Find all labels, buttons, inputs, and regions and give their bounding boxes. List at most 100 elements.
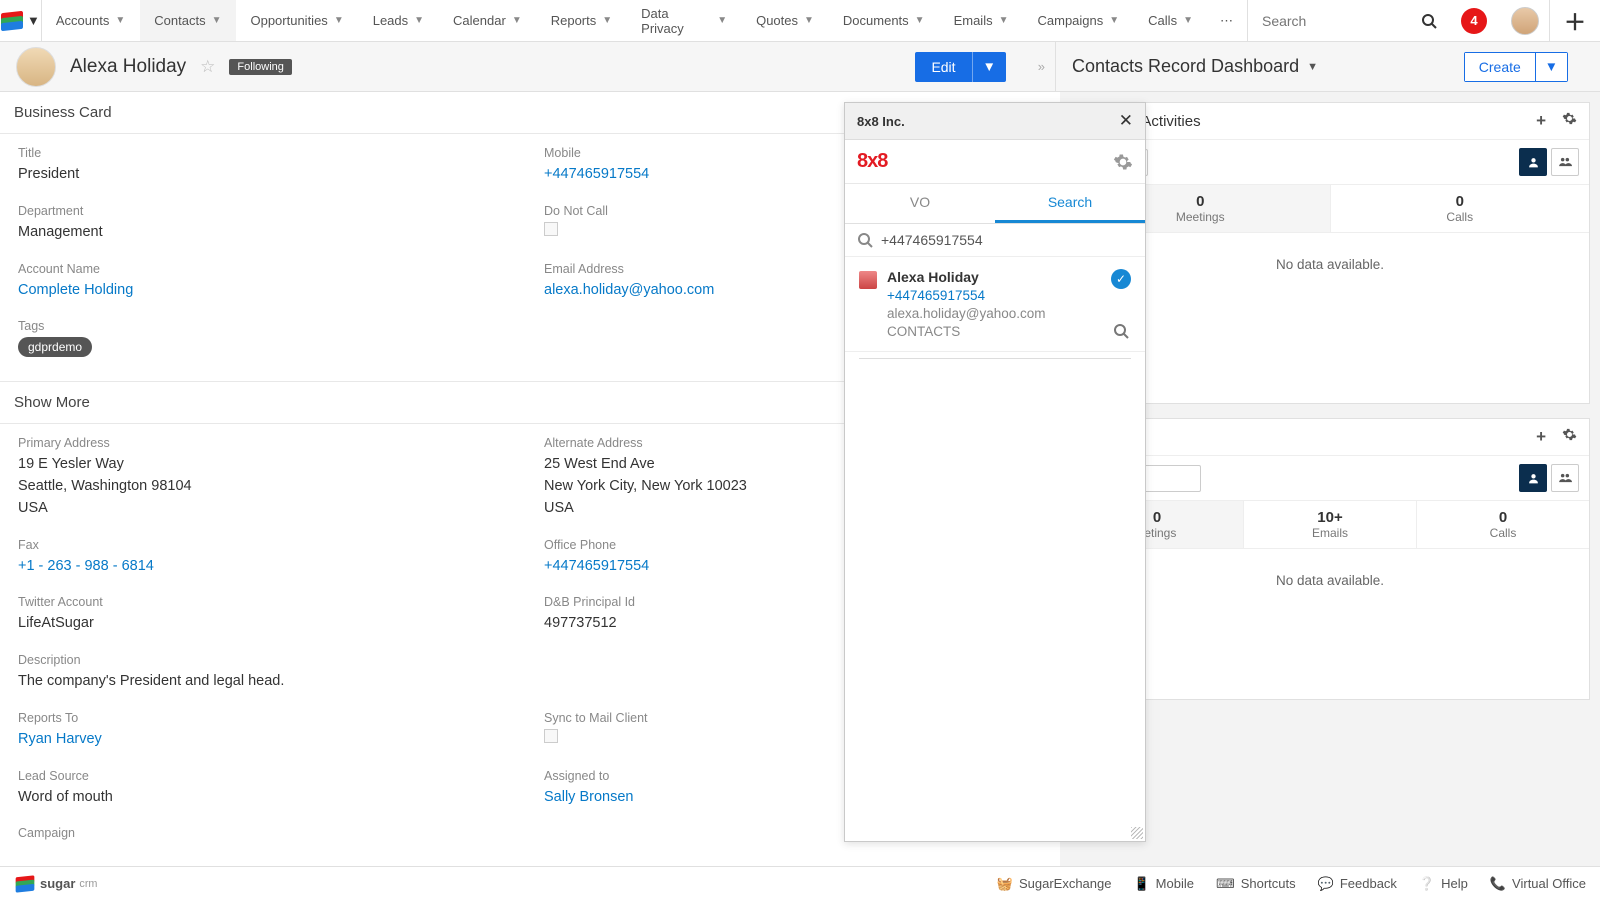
edit-button[interactable]: Edit	[915, 52, 971, 82]
favorite-star-icon[interactable]: ☆	[200, 57, 215, 77]
nav-item-documents[interactable]: Documents ▼	[829, 0, 940, 41]
nav-item-opportunities[interactable]: Opportunities▼	[236, 0, 358, 41]
stack-icon	[1, 12, 23, 30]
do-not-call-checkbox[interactable]	[544, 222, 558, 236]
result-module: CONTACTS	[887, 324, 1101, 339]
label-reports-to: Reports To	[18, 711, 516, 725]
nav-label: Documents	[843, 13, 909, 28]
popup-search-input[interactable]	[881, 232, 1133, 248]
stat-calls[interactable]: 0Calls	[1417, 501, 1589, 548]
nav-label: Leads	[373, 13, 408, 28]
popup-search-row	[845, 224, 1145, 257]
nav-label: Calendar	[453, 13, 506, 28]
global-search[interactable]	[1247, 0, 1447, 41]
search-icon	[857, 232, 873, 248]
result-email: alexa.holiday@yahoo.com	[887, 306, 1101, 321]
gear-icon[interactable]	[1113, 152, 1133, 172]
nav-item-calls[interactable]: Calls▼	[1134, 0, 1208, 41]
nav-label: Opportunities	[250, 13, 327, 28]
nav-item-calendar[interactable]: Calendar▼	[439, 0, 537, 41]
footer-brand-a: sugar	[40, 876, 75, 891]
search-icon[interactable]	[1421, 13, 1437, 29]
chevron-down-icon: ▼	[1109, 15, 1119, 26]
value-account[interactable]: Complete Holding	[18, 280, 516, 302]
nav-label: Data Privacy	[641, 6, 711, 36]
top-nav: ▼ Accounts▼ Contacts▼ Opportunities▼ Lea…	[0, 0, 1600, 42]
keyboard-icon: ⌨	[1216, 876, 1235, 892]
popup-titlebar[interactable]: 8x8 Inc. ✕	[845, 103, 1145, 140]
footer-virtual-office[interactable]: 📞Virtual Office	[1490, 876, 1586, 892]
tab-search[interactable]: Search	[995, 184, 1145, 223]
record-avatar	[16, 47, 56, 87]
result-phone[interactable]: +447465917554	[887, 288, 1101, 303]
close-icon[interactable]: ✕	[1119, 111, 1133, 131]
search-result[interactable]: Alexa Holiday +447465917554 alexa.holida…	[845, 257, 1145, 352]
footer-sugarexchange[interactable]: 🧺SugarExchange	[997, 876, 1112, 892]
my-items-toggle[interactable]	[1519, 464, 1547, 492]
chevron-down-icon: ▼	[212, 15, 222, 26]
edit-dropdown[interactable]: ▼	[972, 52, 1006, 82]
following-badge[interactable]: Following	[229, 59, 291, 75]
search-icon[interactable]	[1113, 323, 1129, 339]
search-input[interactable]	[1262, 13, 1392, 29]
value-reports-to[interactable]: Ryan Harvey	[18, 729, 516, 751]
chevron-down-icon[interactable]: ▼	[1307, 61, 1318, 73]
stat-calls[interactable]: 0Calls	[1331, 185, 1590, 232]
footer-logo[interactable]: sugarcrm	[14, 875, 97, 893]
nav-label: Reports	[551, 13, 597, 28]
resize-handle[interactable]	[1131, 827, 1143, 839]
stat-emails[interactable]: 10+Emails	[1244, 501, 1417, 548]
sync-mail-checkbox[interactable]	[544, 729, 558, 743]
popup-title: 8x8 Inc.	[857, 114, 905, 129]
footer-feedback[interactable]: 💬Feedback	[1318, 876, 1397, 892]
chevron-down-icon: ▼	[915, 15, 925, 26]
tab-vo[interactable]: VO	[845, 184, 995, 223]
nav-label: Calls	[1148, 13, 1177, 28]
app-logo[interactable]: ▼	[0, 0, 42, 41]
body: Business Card TitlePresident Mobile+4474…	[0, 92, 1600, 866]
team-items-toggle[interactable]	[1551, 464, 1579, 492]
value-department: Management	[18, 222, 516, 244]
nav-item-reports[interactable]: Reports▼	[537, 0, 627, 41]
plus-icon[interactable]: +	[1536, 111, 1546, 131]
nav-item-leads[interactable]: Leads▼	[359, 0, 439, 41]
quick-create[interactable]: ＋	[1549, 0, 1600, 41]
collapse-sidepane[interactable]: »	[1028, 59, 1055, 74]
chevron-down-icon: ▼	[27, 13, 40, 28]
user-menu[interactable]	[1501, 0, 1549, 41]
gear-icon[interactable]	[1562, 427, 1577, 447]
value-lead-source: Word of mouth	[18, 787, 516, 809]
nav-item-contacts[interactable]: Contacts ▼	[140, 0, 236, 41]
nav-label: Contacts	[154, 13, 205, 28]
label-lead-source: Lead Source	[18, 769, 516, 783]
selected-check-icon[interactable]: ✓	[1111, 269, 1131, 289]
value-primary-address: 19 E Yesler WaySeattle, Washington 98104…	[18, 454, 516, 519]
tag-pill[interactable]: gdprdemo	[18, 337, 92, 357]
record-header: Alexa Holiday ☆ Following Edit ▼ » Conta…	[0, 42, 1600, 92]
gear-icon[interactable]	[1562, 111, 1577, 131]
notification-badge: 4	[1461, 8, 1487, 34]
footer-mobile[interactable]: 📱Mobile	[1133, 876, 1193, 892]
plus-icon[interactable]: +	[1536, 427, 1546, 447]
nav-item-campaigns[interactable]: Campaigns ▼	[1024, 0, 1135, 41]
label-campaign: Campaign	[18, 826, 516, 840]
top-nav-right: 4 ＋	[1247, 0, 1600, 41]
team-items-toggle[interactable]	[1551, 148, 1579, 176]
nav-label: Campaigns	[1038, 13, 1104, 28]
nav-item-emails[interactable]: Emails▼	[940, 0, 1024, 41]
nav-more[interactable]: ⋯	[1208, 0, 1247, 41]
my-items-toggle[interactable]	[1519, 148, 1547, 176]
footer-shortcuts[interactable]: ⌨Shortcuts	[1216, 876, 1296, 892]
nav-item-data-privacy[interactable]: Data Privacy▼	[627, 0, 742, 41]
create-button[interactable]: Create	[1465, 53, 1535, 81]
create-dropdown[interactable]: ▼	[1535, 53, 1567, 81]
kebab-icon: ⋯	[1220, 13, 1235, 29]
nav-item-accounts[interactable]: Accounts▼	[42, 0, 140, 41]
no-data-message: No data available.	[1071, 233, 1589, 403]
value-fax[interactable]: +1 - 263 - 988 - 6814	[18, 556, 516, 578]
nav-item-quotes[interactable]: Quotes▼	[742, 0, 829, 41]
cart-icon: 🧺	[997, 876, 1013, 892]
footer-help[interactable]: ❔Help	[1419, 876, 1468, 892]
notifications[interactable]: 4	[1447, 0, 1501, 41]
8x8-logo: 8x8	[857, 150, 887, 173]
